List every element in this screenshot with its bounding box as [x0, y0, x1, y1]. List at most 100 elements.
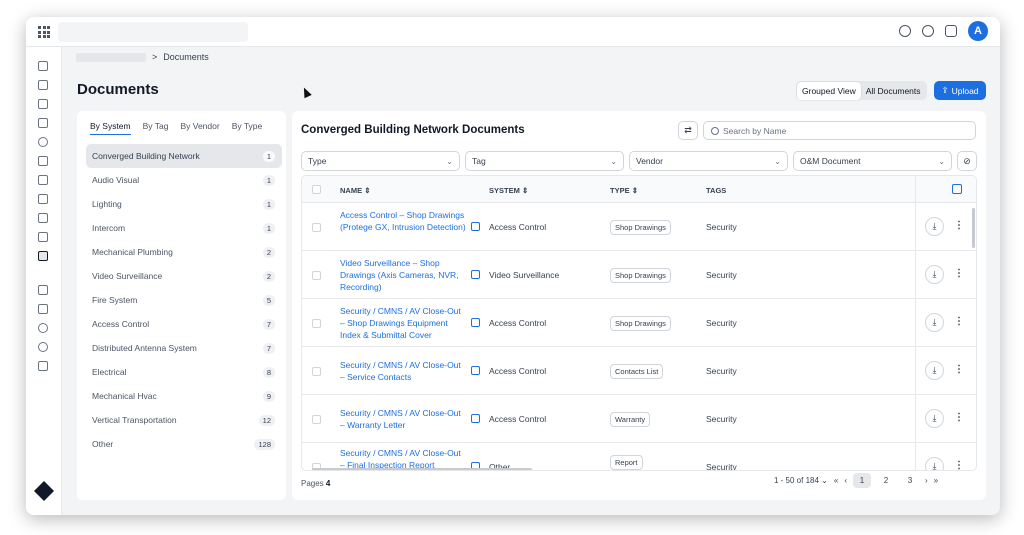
list-item[interactable]: Intercom 1 — [86, 216, 282, 240]
copy-icon[interactable] — [38, 175, 48, 185]
sort-toggle-button[interactable]: ⇄ — [678, 121, 698, 140]
dashboard-icon[interactable] — [38, 61, 48, 71]
next-page-icon[interactable]: › — [925, 476, 928, 485]
row-checkbox[interactable] — [312, 271, 321, 280]
page-button[interactable]: 3 — [901, 473, 919, 488]
column-header-type[interactable]: TYPE ⇕ — [610, 186, 638, 195]
download-icon[interactable]: ⤓ — [925, 457, 944, 470]
tab-by-vendor[interactable]: By Vendor — [180, 121, 219, 135]
signal-icon[interactable] — [38, 342, 48, 352]
tab-by-tag[interactable]: By Tag — [143, 121, 169, 135]
type-filter-select[interactable]: Type ⌄ — [301, 151, 460, 171]
tag-filter-select[interactable]: Tag ⌄ — [465, 151, 624, 171]
row-checkbox[interactable] — [312, 367, 321, 376]
download-icon[interactable]: ⤓ — [925, 409, 944, 428]
download-icon[interactable]: ⤓ — [925, 265, 944, 284]
global-search-input[interactable] — [58, 22, 248, 42]
page-title: Documents — [77, 81, 159, 98]
all-documents-button[interactable]: All Documents — [861, 82, 926, 100]
prev-page-icon[interactable]: ‹ — [844, 476, 847, 485]
clock-icon[interactable] — [38, 137, 48, 147]
more-options-icon[interactable]: ⋮ — [954, 461, 964, 471]
system-filter-panel: By System By Tag By Vendor By Type Conve… — [77, 111, 286, 500]
column-header-system[interactable]: SYSTEM ⇕ — [489, 186, 528, 195]
vertical-scrollbar[interactable] — [972, 208, 975, 248]
notes-icon[interactable] — [38, 213, 48, 223]
list-item[interactable]: Access Control 7 — [86, 312, 282, 336]
search-input[interactable]: Search by Name — [703, 121, 976, 140]
list-item[interactable]: Other 128 — [86, 432, 282, 456]
apps-icon[interactable] — [38, 285, 48, 295]
search-icon — [711, 126, 719, 135]
list-item[interactable]: Audio Visual 1 — [86, 168, 282, 192]
last-page-icon[interactable]: » — [934, 476, 938, 485]
calendar-icon[interactable] — [38, 194, 48, 204]
settings-icon[interactable] — [38, 323, 48, 333]
list-item[interactable]: Electrical 8 — [86, 360, 282, 384]
download-icon[interactable]: ⤓ — [925, 361, 944, 380]
document-link[interactable]: Access Control – Shop Drawings (Protege … — [340, 209, 466, 233]
chat-icon[interactable] — [945, 25, 957, 37]
document-link[interactable]: Video Surveillance – Shop Drawings (Axis… — [340, 257, 466, 293]
clipboard-icon[interactable] — [38, 99, 48, 109]
grouped-view-button[interactable]: Grouped View — [797, 81, 861, 100]
external-link-icon[interactable] — [471, 366, 480, 375]
image-icon[interactable] — [38, 232, 48, 242]
list-item[interactable]: Fire System 5 — [86, 288, 282, 312]
row-checkbox[interactable] — [312, 223, 321, 232]
document-link[interactable]: Security / CMNS / AV Close-Out – Warrant… — [340, 407, 466, 431]
avatar[interactable]: A — [968, 21, 988, 41]
row-checkbox[interactable] — [312, 415, 321, 424]
buildings-icon[interactable] — [38, 80, 48, 90]
document-link[interactable]: Security / CMNS / AV Close-Out – Service… — [340, 359, 466, 383]
system-name: Vertical Transportation — [92, 415, 177, 425]
clear-filters-button[interactable]: ⊘ — [957, 151, 977, 171]
system-name: Video Surveillance — [92, 271, 163, 281]
horizontal-scrollbar[interactable] — [312, 468, 532, 470]
select-all-checkbox[interactable] — [312, 185, 321, 194]
tab-by-system[interactable]: By System — [90, 121, 131, 135]
more-options-icon[interactable]: ⋮ — [954, 269, 964, 279]
row-checkbox[interactable] — [312, 319, 321, 328]
more-options-icon[interactable]: ⋮ — [954, 365, 964, 375]
search-icon[interactable] — [922, 25, 934, 37]
page-range-select[interactable]: 1 - 50 of 184 ⌄ — [774, 476, 828, 485]
external-link-icon[interactable] — [471, 318, 480, 327]
external-link-icon[interactable] — [471, 222, 480, 231]
external-link-icon[interactable] — [471, 414, 480, 423]
list-item[interactable]: Mechanical Plumbing 2 — [86, 240, 282, 264]
om-document-filter-select[interactable]: O&M Document ⌄ — [793, 151, 952, 171]
more-options-icon[interactable]: ⋮ — [954, 221, 964, 231]
list-item[interactable]: Mechanical Hvac 9 — [86, 384, 282, 408]
download-icon[interactable]: ⤓ — [925, 217, 944, 236]
page-button[interactable]: 2 — [877, 473, 895, 488]
list-item[interactable]: Vertical Transportation 12 — [86, 408, 282, 432]
more-options-icon[interactable]: ⋮ — [954, 413, 964, 423]
system-name: Other — [92, 439, 114, 449]
column-header-name[interactable]: NAME ⇕ — [340, 186, 370, 195]
documents-panel: Converged Building Network Documents ⇄ S… — [292, 111, 986, 500]
documents-icon[interactable] — [38, 251, 48, 261]
list-item[interactable]: Distributed Antenna System 7 — [86, 336, 282, 360]
column-settings-icon[interactable] — [952, 184, 962, 194]
app-grid-icon[interactable] — [38, 26, 50, 38]
tab-by-type[interactable]: By Type — [232, 121, 263, 135]
vendor-filter-select[interactable]: Vendor ⌄ — [629, 151, 788, 171]
list-item[interactable]: Converged Building Network 1 — [86, 144, 282, 168]
file-check-icon[interactable] — [38, 156, 48, 166]
upload-button[interactable]: ⇪ Upload — [934, 81, 986, 100]
external-link-icon[interactable] — [471, 270, 480, 279]
layers-icon[interactable] — [38, 304, 48, 314]
more-options-icon[interactable]: ⋮ — [954, 317, 964, 327]
inbox-icon[interactable] — [38, 118, 48, 128]
list-item[interactable]: Lighting 1 — [86, 192, 282, 216]
breadcrumb-parent[interactable] — [76, 52, 146, 62]
first-page-icon[interactable]: « — [834, 476, 838, 485]
list-item[interactable]: Video Surveillance 2 — [86, 264, 282, 288]
page-button[interactable]: 1 — [852, 473, 871, 488]
monitor-icon[interactable] — [38, 361, 48, 371]
count-badge: 8 — [262, 366, 275, 378]
document-link[interactable]: Security / CMNS / AV Close-Out – Shop Dr… — [340, 305, 466, 341]
download-icon[interactable]: ⤓ — [925, 313, 944, 332]
refresh-icon[interactable] — [899, 25, 911, 37]
